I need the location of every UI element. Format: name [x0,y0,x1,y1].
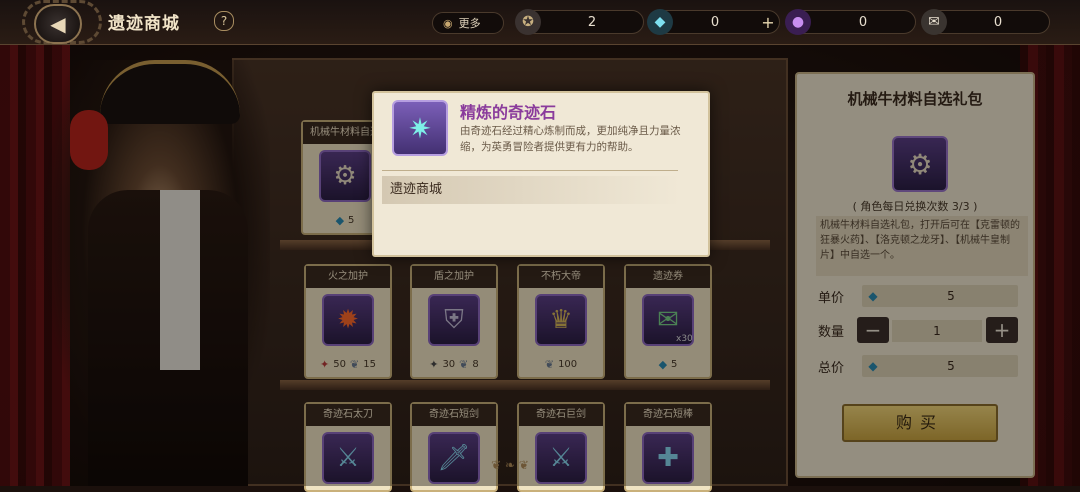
scroll-icon: ✉ [921,9,947,35]
tooltip-item-name: 精炼的奇迹石 [460,103,557,122]
currency-value: 0 [993,14,1003,30]
divider [382,170,678,171]
more-icon: ◉ [443,16,453,30]
currency-value: 0 [858,14,868,30]
refined-miracle-stone-icon: ✷ [392,100,448,156]
tooltip-source: 遗迹商城 [382,176,682,204]
currency-value: 0 [710,14,720,30]
currency-scroll: ✉ 0 [921,9,1050,35]
currency-crystal: ◆ 0 + [647,9,780,35]
tooltip-description: 由奇迹石经过精心炼制而成，更加纯净且力量浓缩，为英勇冒险者提供更有力的帮助。 [460,125,681,153]
help-icon[interactable]: ? [214,11,234,31]
more-button[interactable]: ◉ 更多 [432,12,504,34]
currency-medal: ✪ 2 [515,9,644,35]
crystal-icon: ◆ [647,9,673,35]
medal-icon: ✪ [515,9,541,35]
back-button[interactable]: ◀ [34,4,82,44]
currency-orb: ● 0 [785,9,916,35]
more-label: 更多 [458,17,481,30]
arrow-left-icon: ◀ [50,12,66,36]
page-title: 遗迹商城 [108,14,180,34]
add-crystal-button[interactable]: + [757,13,779,32]
currency-value: 2 [587,14,597,30]
purple-orb-icon: ● [785,9,811,35]
